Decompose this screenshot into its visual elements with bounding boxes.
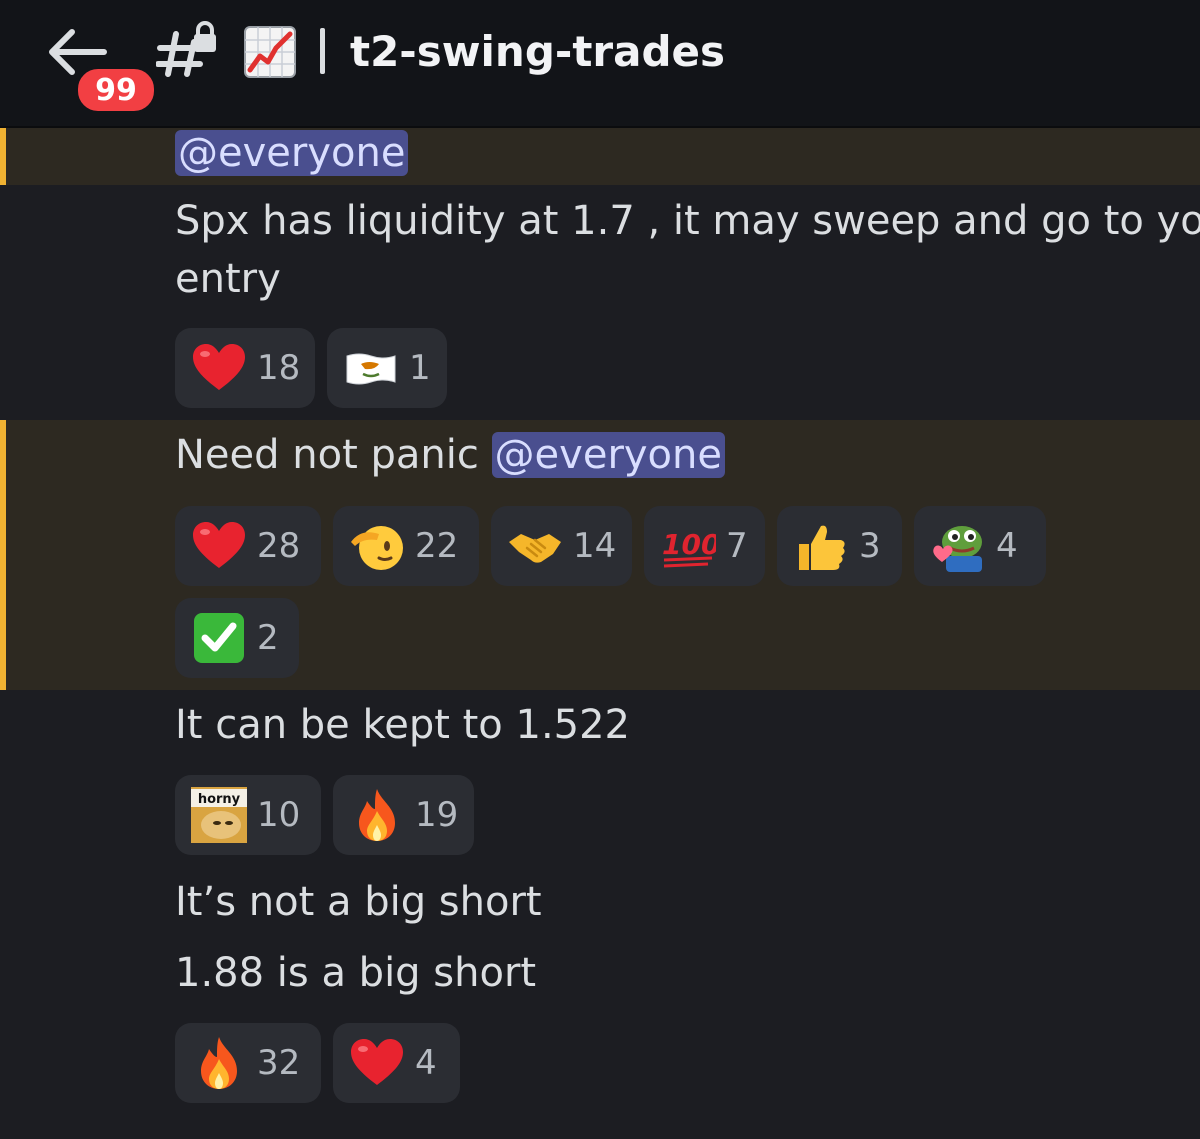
channel-header: 99 t2-swing-trades — [0, 0, 1200, 128]
reaction-check[interactable]: 2 — [175, 598, 299, 678]
saluting-face-icon — [351, 526, 403, 570]
notification-badge: 99 — [74, 65, 158, 115]
message-text: 1.88 is a big short — [175, 950, 537, 996]
reaction-fire[interactable]: 32 — [175, 1023, 321, 1103]
message-text: It’s not a big short — [175, 879, 542, 925]
svg-text:100: 100 — [662, 528, 716, 561]
reaction-heart[interactable]: 4 — [333, 1023, 460, 1103]
pepe-heart-icon — [933, 526, 982, 572]
thumbs-up-icon — [799, 525, 845, 570]
chart-increasing-icon — [244, 26, 296, 78]
reaction-count: 1 — [409, 348, 431, 388]
reaction-hundred[interactable]: 100 7 — [644, 506, 765, 586]
reaction-heart[interactable]: 28 — [175, 506, 321, 586]
fire-icon — [201, 1037, 237, 1089]
everyone-mention[interactable]: @everyone — [491, 432, 725, 478]
message-body: Need not panic — [175, 432, 492, 478]
reaction-heart[interactable]: 18 — [175, 328, 315, 408]
message-text: Need not panic @everyone — [175, 426, 725, 484]
reaction-count: 22 — [415, 526, 459, 566]
reaction-count: 32 — [257, 1043, 301, 1083]
reaction-handshake[interactable]: 14 — [491, 506, 632, 586]
message-text: It can be kept to 1.522 — [175, 702, 630, 748]
handshake-icon — [509, 534, 561, 563]
reaction-count: 28 — [257, 526, 301, 566]
red-heart-icon — [351, 1039, 403, 1085]
reaction-count: 7 — [726, 526, 748, 566]
reaction-fire[interactable]: 19 — [333, 775, 474, 855]
reaction-count: 10 — [257, 795, 301, 835]
message-text: Spx has liquidity at 1.7 , it may sweep … — [175, 198, 1200, 244]
hundred-points-icon: 100 — [662, 528, 716, 568]
reaction-count: 19 — [415, 795, 459, 835]
header-divider — [320, 28, 325, 74]
reaction-count: 3 — [859, 526, 881, 566]
horny-label: horny — [198, 792, 241, 807]
reaction-pepe-heart[interactable]: 4 — [914, 506, 1046, 586]
red-heart-icon — [193, 344, 245, 390]
channel-name: t2-swing-trades — [350, 27, 726, 76]
reaction-count: 18 — [257, 348, 301, 388]
reaction-count: 4 — [415, 1043, 437, 1083]
reaction-horny-doge[interactable]: horny 10 — [175, 775, 321, 855]
reaction-count: 2 — [257, 618, 279, 658]
reaction-cyprus-flag[interactable]: 1 — [327, 328, 447, 408]
reaction-count: 14 — [573, 526, 617, 566]
cyprus-flag-icon — [346, 353, 396, 385]
reaction-salute[interactable]: 22 — [333, 506, 479, 586]
message-text: @everyone — [175, 124, 409, 182]
message-list: @everyone Spx has liquidity at 1.7 , it … — [0, 128, 1200, 1139]
horny-doge-icon: horny — [191, 787, 247, 843]
reaction-count: 4 — [996, 526, 1018, 566]
fire-icon — [359, 789, 395, 841]
locked-channel-icon — [156, 21, 216, 77]
everyone-mention[interactable]: @everyone — [175, 130, 409, 176]
discord-channel-screen: 99 t2-swing-trades @everyone Spx has liq… — [0, 0, 1200, 1139]
red-heart-icon — [193, 522, 245, 568]
reaction-thumbs-up[interactable]: 3 — [777, 506, 902, 586]
message-text-line2: entry — [175, 256, 281, 302]
check-mark-button-icon — [194, 613, 244, 663]
